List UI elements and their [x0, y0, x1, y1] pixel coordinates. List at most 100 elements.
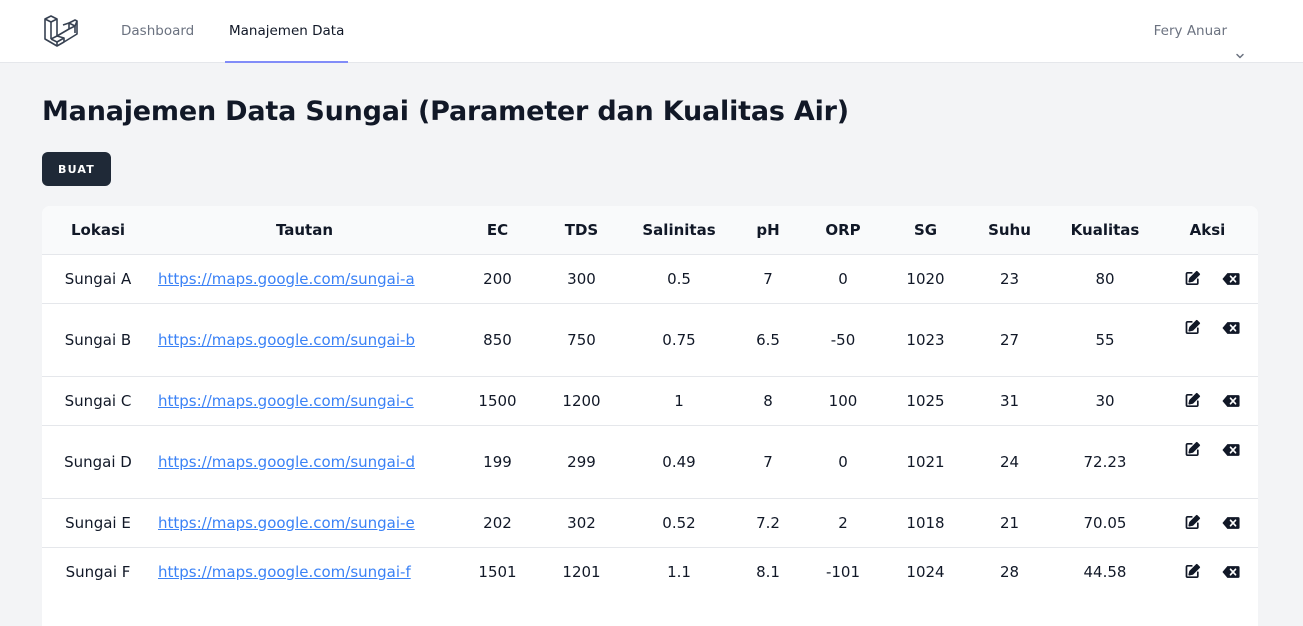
- cell-sg: 1025: [906, 391, 945, 410]
- cell-orp: 0: [838, 452, 848, 471]
- cell-ec: 1500: [478, 391, 517, 410]
- cell-ec: 1501: [478, 562, 517, 581]
- map-link[interactable]: https://maps.google.com/sungai-f: [158, 563, 411, 581]
- map-link[interactable]: https://maps.google.com/sungai-e: [158, 514, 415, 532]
- cell-aksi: [1157, 547, 1258, 596]
- nav-manajemen-data-link[interactable]: Manajemen Data: [225, 0, 349, 63]
- cell-lokasi: Sungai C: [64, 391, 132, 410]
- cell-sg: 1023: [906, 330, 945, 349]
- cell-tautan: https://maps.google.com/sungai-c: [154, 376, 455, 425]
- table-header-row: Lokasi Tautan EC TDS Salinitas pH ORP SG…: [42, 206, 1258, 254]
- cell-lokasi: Sungai F: [65, 562, 131, 581]
- chevron-down-icon: [1235, 26, 1245, 59]
- cell-salinitas: 0.52: [662, 513, 696, 532]
- table-row: Sungai D https://maps.google.com/sungai-d…: [42, 425, 1258, 498]
- cell-ph: 8.1: [756, 562, 780, 581]
- edit-icon[interactable]: [1183, 319, 1201, 337]
- row-actions: [1157, 270, 1258, 288]
- cell-tautan: https://maps.google.com/sungai-b: [154, 303, 455, 376]
- laravel-logo-icon[interactable]: [43, 14, 79, 48]
- map-link[interactable]: https://maps.google.com/sungai-a: [158, 270, 415, 288]
- header-ec: EC: [486, 220, 509, 239]
- row-actions: [1157, 319, 1258, 337]
- cell-aksi: [1157, 376, 1258, 425]
- cell-ph: 7: [763, 269, 773, 288]
- cell-orp: 2: [838, 513, 848, 532]
- cell-lokasi: Sungai A: [64, 269, 132, 288]
- edit-icon[interactable]: [1183, 392, 1201, 410]
- user-menu-dropdown[interactable]: Fery Anuar: [1154, 0, 1245, 62]
- header-ph: pH: [756, 220, 780, 239]
- cell-tds: 750: [567, 330, 596, 349]
- cell-suhu: 31: [999, 391, 1020, 410]
- cell-salinitas: 0.49: [662, 452, 696, 471]
- cell-tds: 302: [567, 513, 596, 532]
- cell-kualitas: 80: [1095, 269, 1115, 288]
- cell-tautan: https://maps.google.com/sungai-a: [154, 254, 455, 303]
- cell-ph: 7: [763, 452, 773, 471]
- cell-salinitas: 0.5: [667, 269, 691, 288]
- delete-icon[interactable]: [1222, 441, 1240, 459]
- cell-sg: 1020: [906, 269, 945, 288]
- delete-icon[interactable]: [1222, 563, 1240, 581]
- cell-aksi: [1157, 498, 1258, 547]
- header-salinitas: Salinitas: [642, 220, 716, 239]
- cell-ec: 850: [483, 330, 512, 349]
- header-sg: SG: [913, 220, 938, 239]
- cell-ec: 202: [483, 513, 512, 532]
- cell-orp: -50: [830, 330, 856, 349]
- map-link[interactable]: https://maps.google.com/sungai-d: [158, 453, 415, 471]
- edit-icon[interactable]: [1183, 563, 1201, 581]
- cell-orp: -101: [825, 562, 861, 581]
- cell-tautan: https://maps.google.com/sungai-f: [154, 547, 455, 596]
- top-navigation: Dashboard Manajemen Data Fery Anuar: [0, 0, 1303, 63]
- cell-aksi: [1157, 425, 1258, 498]
- cell-kualitas: 55: [1095, 330, 1115, 349]
- cell-sg: 1024: [906, 562, 945, 581]
- row-actions: [1157, 514, 1258, 532]
- delete-icon[interactable]: [1222, 270, 1240, 288]
- table-row: Sungai C https://maps.google.com/sungai-c…: [42, 376, 1258, 425]
- edit-icon[interactable]: [1183, 441, 1201, 459]
- cell-tds: 1200: [562, 391, 601, 410]
- cell-tautan: https://maps.google.com/sungai-e: [154, 498, 455, 547]
- cell-lokasi: Sungai E: [65, 513, 131, 532]
- cell-ph: 6.5: [756, 330, 780, 349]
- cell-ec: 200: [483, 269, 512, 288]
- header-kualitas: Kualitas: [1070, 220, 1140, 239]
- cell-suhu: 21: [999, 513, 1020, 532]
- cell-sg: 1018: [906, 513, 945, 532]
- row-actions: [1157, 441, 1258, 459]
- header-lokasi: Lokasi: [70, 220, 126, 239]
- page-title: Manajemen Data Sungai (Parameter dan Kua…: [42, 96, 849, 127]
- table-row: Sungai B https://maps.google.com/sungai-b…: [42, 303, 1258, 376]
- cell-suhu: 24: [999, 452, 1020, 471]
- data-table-card: Lokasi Tautan EC TDS Salinitas pH ORP SG…: [42, 206, 1258, 626]
- header-orp: ORP: [825, 220, 861, 239]
- cell-tautan: https://maps.google.com/sungai-d: [154, 425, 455, 498]
- map-link[interactable]: https://maps.google.com/sungai-b: [158, 331, 415, 349]
- edit-icon[interactable]: [1183, 514, 1201, 532]
- header-tautan: Tautan: [275, 220, 334, 239]
- delete-icon[interactable]: [1222, 392, 1240, 410]
- cell-suhu: 28: [999, 562, 1020, 581]
- table-body: Sungai A https://maps.google.com/sungai-a…: [42, 254, 1258, 596]
- cell-aksi: [1157, 254, 1258, 303]
- cell-salinitas: 0.75: [662, 330, 696, 349]
- delete-icon[interactable]: [1222, 319, 1240, 337]
- cell-tds: 300: [567, 269, 596, 288]
- header-aksi: Aksi: [1189, 220, 1226, 239]
- table-row: Sungai A https://maps.google.com/sungai-a…: [42, 254, 1258, 303]
- create-button[interactable]: BUAT: [42, 152, 111, 186]
- nav-dashboard-link[interactable]: Dashboard: [121, 0, 194, 63]
- cell-suhu: 23: [999, 269, 1020, 288]
- cell-salinitas: 1.1: [667, 562, 691, 581]
- delete-icon[interactable]: [1222, 514, 1240, 532]
- cell-ec: 199: [483, 452, 512, 471]
- map-link[interactable]: https://maps.google.com/sungai-c: [158, 392, 414, 410]
- header-tds: TDS: [564, 220, 599, 239]
- cell-suhu: 27: [999, 330, 1020, 349]
- table-row: Sungai E https://maps.google.com/sungai-e…: [42, 498, 1258, 547]
- cell-kualitas: 30: [1095, 391, 1115, 410]
- edit-icon[interactable]: [1183, 270, 1201, 288]
